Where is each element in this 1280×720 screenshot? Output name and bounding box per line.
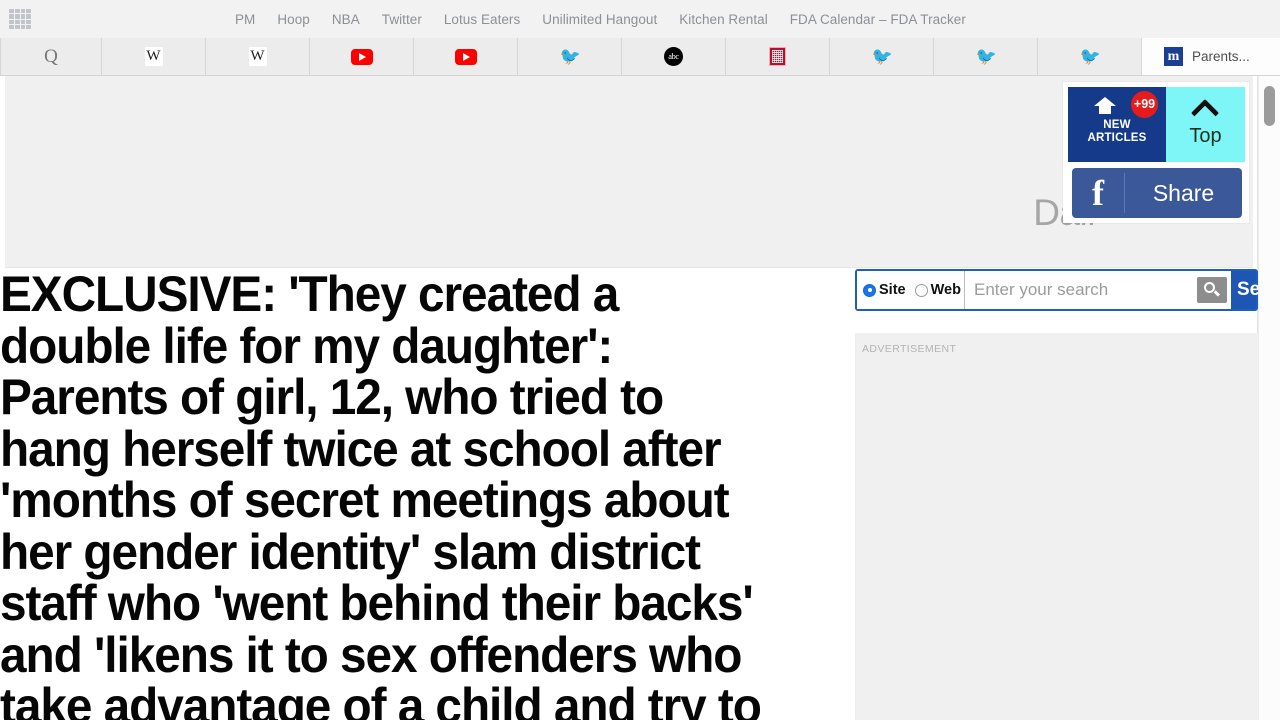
facebook-f-icon: f: [1072, 173, 1125, 213]
widget-top-row: +99 NEW ARTICLES Top: [1068, 87, 1245, 162]
bookmark-nba[interactable]: NBA: [332, 12, 360, 27]
tab-quora[interactable]: Q: [0, 38, 102, 75]
new-articles-label-line1: NEW: [1103, 119, 1131, 131]
search-scope-selector: Site Web: [857, 271, 965, 309]
wikipedia-icon: W: [248, 47, 267, 66]
chevron-up-icon: [1190, 98, 1219, 128]
new-articles-label: NEW ARTICLES: [1068, 119, 1166, 145]
article-content-row: EXCLUSIVE: 'They created a double life f…: [0, 266, 1280, 720]
bookmark-kitchen-rental[interactable]: Kitchen Rental: [679, 12, 768, 27]
bookmark-lotus-eaters[interactable]: Lotus Eaters: [444, 12, 520, 27]
page-viewport: Dail +99 NEW ARTICLES Top f: [0, 76, 1280, 720]
home-icon: [1094, 97, 1116, 114]
bookmark-fda-calendar[interactable]: FDA Calendar – FDA Tracker: [790, 12, 966, 27]
youtube-icon: [350, 48, 373, 65]
bookmarks-bar: PM Hoop NBA Twitter Lotus Eaters Unilimi…: [0, 0, 1280, 38]
search-icon[interactable]: [1197, 277, 1227, 303]
dailymail-icon: m: [1164, 47, 1183, 66]
youtube-icon: [454, 48, 477, 65]
tab-youtube-2[interactable]: [414, 38, 518, 75]
twitter-icon: 🐦: [1079, 46, 1101, 66]
advertisement-slot: ADVERTISEMENT: [855, 333, 1258, 720]
tab-youtube-1[interactable]: [310, 38, 414, 75]
bookmark-twitter[interactable]: Twitter: [382, 12, 422, 27]
twitter-icon: 🐦: [871, 46, 893, 66]
radio-scope-site[interactable]: [863, 283, 876, 297]
tab-twitter-2[interactable]: 🐦: [830, 38, 934, 75]
bookmark-unlimited-hangout[interactable]: Unilimited Hangout: [542, 12, 657, 27]
right-sidebar: Site Web Search ADVERTISEMENT: [855, 269, 1280, 720]
page-content: Dail +99 NEW ARTICLES Top f: [0, 76, 1280, 720]
twitter-icon: 🐦: [559, 46, 581, 66]
tab-twitter-3[interactable]: 🐦: [934, 38, 1038, 75]
new-articles-count-badge: +99: [1131, 91, 1158, 118]
new-articles-button[interactable]: +99 NEW ARTICLES: [1068, 87, 1166, 162]
tab-title: Parents...: [1192, 49, 1250, 64]
radio-scope-web-label[interactable]: Web: [931, 282, 961, 298]
bookmark-list: PM Hoop NBA Twitter Lotus Eaters Unilimi…: [235, 0, 966, 38]
browser-chrome: PM Hoop NBA Twitter Lotus Eaters Unilimi…: [0, 0, 1280, 76]
scroll-to-top-button[interactable]: Top: [1166, 87, 1245, 162]
scrollbar-thumb[interactable]: [1264, 86, 1275, 126]
search-input-wrap: [965, 271, 1231, 309]
search-input[interactable]: [965, 279, 1197, 301]
advertisement-label: ADVERTISEMENT: [862, 343, 957, 355]
radio-scope-web[interactable]: [914, 283, 928, 297]
new-articles-label-line2: ARTICLES: [1087, 132, 1147, 144]
tab-twitter-4[interactable]: 🐦: [1038, 38, 1142, 75]
apps-grid-icon[interactable]: [9, 9, 31, 29]
page-scrollbar[interactable]: [1258, 76, 1280, 720]
bookmark-hoop[interactable]: Hoop: [277, 12, 309, 27]
share-label: Share: [1152, 179, 1215, 206]
tab-abc-news[interactable]: abc: [622, 38, 726, 75]
article-headline: EXCLUSIVE: 'They created a double life f…: [0, 266, 762, 720]
facebook-share-button[interactable]: f Share: [1072, 168, 1242, 218]
site-search-box: Site Web Search: [855, 269, 1280, 311]
tab-strip: Q W W 🐦 abc 🐦 🐦 🐦 m Parents...: [0, 38, 1280, 76]
bookmark-pm[interactable]: PM: [235, 12, 255, 27]
twitter-icon: 🐦: [975, 46, 997, 66]
top-button-label: Top: [1189, 125, 1222, 147]
quora-icon: Q: [44, 45, 58, 67]
tab-wikipedia-2[interactable]: W: [206, 38, 310, 75]
tab-red-seal[interactable]: [726, 38, 830, 75]
wikipedia-icon: W: [144, 47, 163, 66]
tab-twitter-1[interactable]: 🐦: [518, 38, 622, 75]
radio-scope-site-label[interactable]: Site: [879, 282, 906, 298]
tab-dailymail-parents[interactable]: m Parents...: [1142, 38, 1280, 75]
abc-news-icon: abc: [664, 47, 683, 66]
red-seal-icon: [769, 47, 786, 66]
tab-wikipedia-1[interactable]: W: [102, 38, 206, 75]
floating-share-widget: +99 NEW ARTICLES Top f Share: [1063, 82, 1249, 223]
